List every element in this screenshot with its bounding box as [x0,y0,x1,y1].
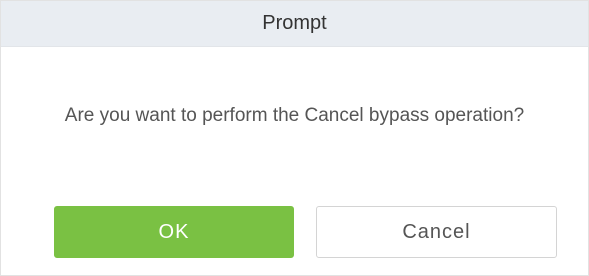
dialog-message: Are you want to perform the Cancel bypas… [64,105,525,126]
cancel-button[interactable]: Cancel [316,206,557,258]
dialog-title: Prompt [262,12,327,34]
prompt-dialog: Prompt Are you want to perform the Cance… [0,0,589,276]
dialog-footer: OK Cancel [1,206,588,258]
ok-button[interactable]: OK [54,206,294,258]
dialog-header: Prompt [1,1,588,47]
